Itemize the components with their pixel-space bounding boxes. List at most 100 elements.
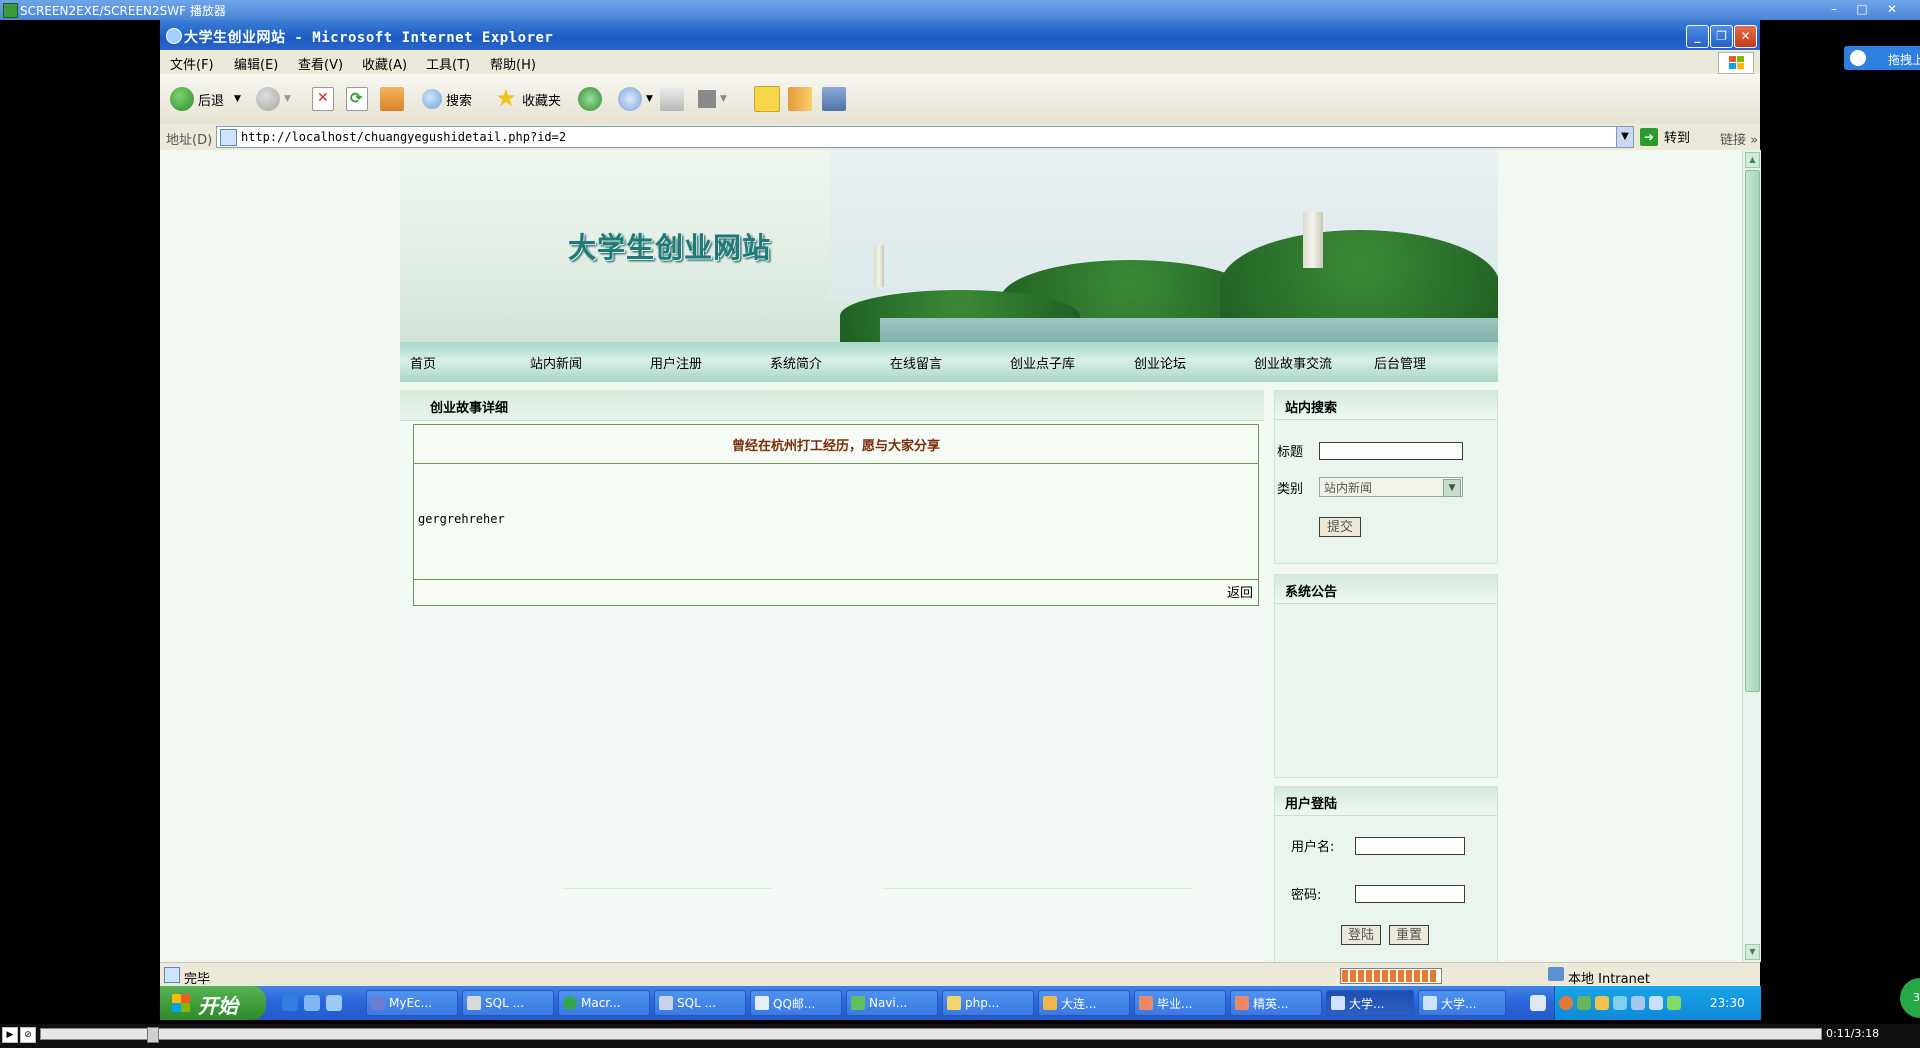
story-title: 曾经在杭州打工经历，愿与大家分享 bbox=[731, 439, 940, 454]
go-button[interactable]: ➜ 转到 bbox=[1640, 127, 1690, 146]
favorites-button[interactable]: ★ 收藏夹 bbox=[494, 86, 561, 112]
chat-icon bbox=[1043, 996, 1057, 1010]
taskbar-item[interactable]: Macr... bbox=[558, 990, 650, 1016]
taskbar-item[interactable]: SQL ... bbox=[654, 990, 746, 1016]
player-maximize-button[interactable]: □ bbox=[1850, 1, 1874, 17]
banner-pagoda bbox=[874, 245, 884, 287]
back-button[interactable]: 后退 ▼ bbox=[170, 86, 241, 112]
search-button[interactable]: 搜索 bbox=[422, 86, 472, 112]
folder-icon bbox=[947, 996, 961, 1010]
tray-icon[interactable] bbox=[1631, 996, 1645, 1010]
keyboard-icon[interactable] bbox=[1530, 995, 1546, 1011]
taskbar-item[interactable]: 大学... bbox=[1418, 990, 1506, 1016]
edit-button[interactable]: ▼ bbox=[698, 86, 727, 112]
nav-stories[interactable]: 创业故事交流 bbox=[1254, 353, 1332, 372]
address-dropdown-icon[interactable]: ▼ bbox=[1616, 127, 1633, 147]
password-input[interactable] bbox=[1355, 885, 1465, 903]
tray-arrow-icon[interactable] bbox=[1559, 996, 1573, 1010]
home-button[interactable] bbox=[380, 86, 408, 112]
taskbar-item[interactable]: MyEc... bbox=[366, 990, 458, 1016]
player-minimize-button[interactable]: – bbox=[1822, 1, 1846, 17]
play-button[interactable]: ▶ bbox=[2, 1027, 18, 1043]
nav-home[interactable]: 首页 bbox=[410, 353, 436, 372]
taskbar-item[interactable]: QQ邮... bbox=[750, 990, 842, 1016]
taskbar-item-active[interactable]: 大学... bbox=[1326, 990, 1414, 1016]
desktop-quicklaunch-icon[interactable] bbox=[304, 995, 320, 1011]
nav-forum[interactable]: 创业论坛 bbox=[1134, 353, 1186, 372]
banner-water bbox=[880, 318, 1498, 342]
clock: 23:30 bbox=[1710, 996, 1745, 1010]
search-submit-button[interactable]: 提交 bbox=[1319, 517, 1361, 537]
media-quicklaunch-icon[interactable] bbox=[326, 995, 342, 1011]
discuss-button[interactable] bbox=[754, 86, 784, 112]
nav-admin[interactable]: 后台管理 bbox=[1374, 353, 1426, 372]
media-button[interactable] bbox=[822, 86, 850, 112]
edit-dropdown-icon[interactable]: ▼ bbox=[720, 94, 727, 104]
taskbar-item-label: 大学... bbox=[1349, 996, 1385, 1011]
side-widget[interactable]: 拖拽上 bbox=[1844, 46, 1920, 70]
start-button[interactable]: 开始 bbox=[160, 986, 266, 1020]
menu-view[interactable]: 查看(V) bbox=[298, 54, 343, 73]
nav-register[interactable]: 用户注册 bbox=[650, 353, 702, 372]
ie-restore-button[interactable]: ❐ bbox=[1710, 25, 1733, 48]
nav-news[interactable]: 站内新闻 bbox=[530, 353, 582, 372]
media-icon bbox=[822, 87, 846, 111]
address-input[interactable]: http://localhost/chuangyegushidetail.php… bbox=[216, 126, 1634, 148]
stop-button[interactable]: ✕ bbox=[312, 86, 338, 112]
nav-guestbook[interactable]: 在线留言 bbox=[890, 353, 942, 372]
login-button[interactable]: 登陆 bbox=[1341, 925, 1381, 945]
search-panel-header: 站内搜索 bbox=[1275, 391, 1497, 420]
menu-favorites[interactable]: 收藏(A) bbox=[362, 54, 407, 73]
ie-quicklaunch-icon[interactable] bbox=[282, 995, 298, 1011]
research-button[interactable] bbox=[788, 86, 816, 112]
taskbar: 开始 MyEc... SQL ... Macr... SQL ... QQ邮..… bbox=[160, 986, 1761, 1020]
scroll-up-icon[interactable]: ▲ bbox=[1745, 152, 1760, 168]
nav-ideas[interactable]: 创业点子库 bbox=[1010, 353, 1075, 372]
menu-edit[interactable]: 编辑(E) bbox=[234, 54, 278, 73]
taskbar-item[interactable]: 精英... bbox=[1230, 990, 1322, 1016]
taskbar-item[interactable]: 毕业... bbox=[1134, 990, 1226, 1016]
taskbar-item[interactable]: SQL ... bbox=[462, 990, 554, 1016]
search-title-input[interactable] bbox=[1319, 442, 1463, 460]
tray-icon[interactable] bbox=[1595, 996, 1609, 1010]
mail-button[interactable]: ▼ bbox=[618, 86, 653, 112]
mail-dropdown-icon[interactable]: ▼ bbox=[646, 94, 653, 104]
playback-slider-knob[interactable] bbox=[147, 1027, 159, 1043]
nav-about[interactable]: 系统简介 bbox=[770, 353, 822, 372]
page-scrollbar[interactable]: ▲ ▼ bbox=[1742, 150, 1761, 962]
player-close-button[interactable]: ✕ bbox=[1880, 1, 1904, 17]
tray-icon[interactable] bbox=[1667, 996, 1681, 1010]
scroll-down-icon[interactable]: ▼ bbox=[1745, 944, 1760, 960]
macromedia-icon bbox=[563, 996, 577, 1010]
taskbar-item[interactable]: Navi... bbox=[846, 990, 938, 1016]
menu-help[interactable]: 帮助(H) bbox=[490, 54, 536, 73]
search-category-select[interactable]: 站内新闻 ▼ bbox=[1319, 477, 1463, 497]
username-input[interactable] bbox=[1355, 837, 1465, 855]
print-button[interactable] bbox=[660, 86, 688, 112]
back-link[interactable]: 返回 bbox=[1227, 582, 1253, 601]
menu-file[interactable]: 文件(F) bbox=[170, 54, 214, 73]
taskbar-item[interactable]: 大连... bbox=[1038, 990, 1130, 1016]
notification-badge[interactable]: 35 bbox=[1900, 978, 1920, 1018]
playback-slider[interactable] bbox=[40, 1027, 1822, 1043]
scrollbar-thumb[interactable] bbox=[1745, 170, 1760, 692]
forward-button[interactable]: ▼ bbox=[256, 86, 291, 112]
ie-minimize-button[interactable]: _ bbox=[1686, 25, 1709, 48]
links-button[interactable]: 链接 » bbox=[1720, 129, 1758, 148]
back-dropdown-icon[interactable]: ▼ bbox=[234, 94, 241, 104]
ie-close-button[interactable]: ✕ bbox=[1734, 25, 1757, 48]
refresh-button[interactable]: ⟳ bbox=[346, 86, 372, 112]
tray-icon[interactable] bbox=[1613, 996, 1627, 1010]
menu-tools[interactable]: 工具(T) bbox=[426, 54, 470, 73]
taskbar-item-label: 精英... bbox=[1253, 996, 1289, 1011]
tray-icon[interactable] bbox=[1577, 996, 1591, 1010]
taskbar-item-label: Navi... bbox=[869, 996, 908, 1010]
search-heading: 站内搜索 bbox=[1285, 401, 1338, 416]
stop-playback-button[interactable]: ⊘ bbox=[20, 1027, 36, 1043]
reset-button[interactable]: 重置 bbox=[1389, 925, 1429, 945]
taskbar-item[interactable]: php... bbox=[942, 990, 1034, 1016]
tray-icon[interactable] bbox=[1649, 996, 1663, 1010]
document-icon bbox=[1423, 996, 1437, 1010]
ie-icon bbox=[1331, 996, 1345, 1010]
history-button[interactable] bbox=[578, 86, 606, 112]
